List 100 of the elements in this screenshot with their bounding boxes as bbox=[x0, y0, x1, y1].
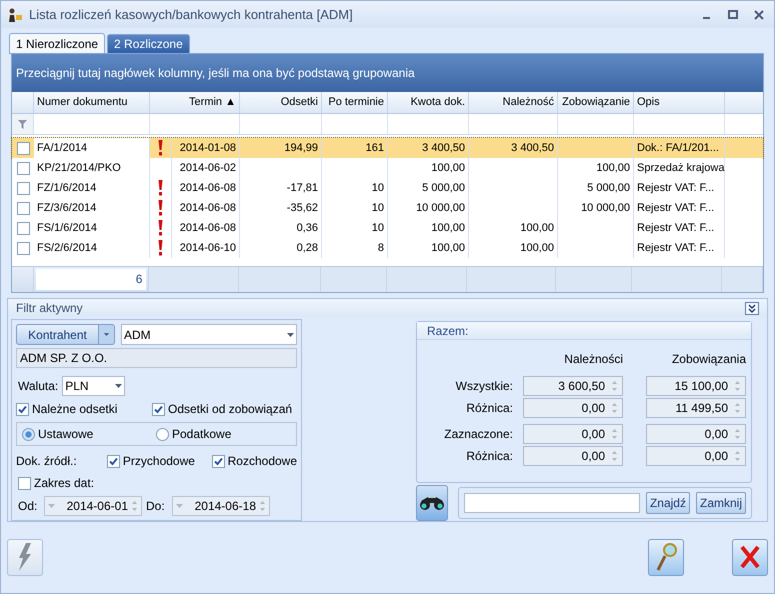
checkbox-label: Przychodowe bbox=[122, 453, 195, 470]
spin-arrows-icon bbox=[611, 402, 618, 414]
column-header[interactable]: Kwota dok. bbox=[388, 92, 469, 113]
table-cell: Rejestr VAT: F... bbox=[634, 238, 725, 258]
table-cell: FS/2/6/2014 bbox=[34, 238, 150, 258]
amount-field[interactable]: 0,00 bbox=[523, 446, 623, 466]
action-button[interactable] bbox=[7, 538, 43, 576]
spin-arrows-icon bbox=[734, 380, 741, 392]
currency-label: Waluta: bbox=[18, 378, 58, 395]
amount-field[interactable]: 11 499,50 bbox=[646, 398, 746, 418]
spin-arrows-icon bbox=[611, 450, 618, 462]
table-row[interactable]: FA/1/2014 2014-01-08 194,99 161 3 400,50 3 400,50 Dok.: FA/1/201... bbox=[12, 138, 763, 158]
filter-title: Filtr aktywny bbox=[16, 300, 84, 317]
to-date-field[interactable]: 2014-06-18 bbox=[172, 496, 270, 516]
spin-arrows-icon bbox=[734, 428, 741, 440]
amount-field[interactable]: 0,00 bbox=[523, 398, 623, 418]
checkbox[interactable] bbox=[16, 402, 29, 416]
maximize-icon[interactable] bbox=[728, 10, 738, 20]
contractor-button[interactable]: Kontrahent bbox=[16, 324, 99, 345]
checkbox-label: Odsetki od zobowiązań bbox=[168, 401, 292, 418]
table-cell: 8 bbox=[322, 238, 388, 258]
contractor-name-field: ADM SP. Z O.O. bbox=[16, 348, 297, 368]
tab[interactable]: 1 Nierozliczone bbox=[9, 33, 106, 54]
column-header[interactable]: Odsetki bbox=[240, 92, 322, 113]
find-button[interactable]: Znajdź bbox=[646, 492, 690, 514]
totals-label: Wszystkie: bbox=[454, 378, 514, 395]
column-heading: Należności bbox=[563, 351, 623, 368]
dropdown-icon bbox=[115, 384, 122, 388]
checkbox[interactable] bbox=[106, 454, 120, 468]
radio-label: Podatkowe bbox=[172, 426, 232, 443]
checkbox-label: Rozchodowe bbox=[228, 453, 297, 470]
group-panel: Przeciągnij tutaj nagłówek kolumny, jeśli ma ona być podstawą grupowania bbox=[12, 54, 763, 92]
spin-arrows-icon bbox=[259, 500, 266, 512]
table-cell: FA/1/2014 bbox=[34, 138, 150, 158]
to-label: Do: bbox=[146, 498, 166, 515]
table-cell: 0,28 bbox=[240, 238, 322, 258]
checkbox[interactable] bbox=[16, 142, 30, 154]
dropdown-icon bbox=[176, 504, 183, 508]
table-cell: 100,00 bbox=[469, 238, 558, 258]
table-cell: 100,00 bbox=[388, 238, 469, 258]
cancel-button[interactable] bbox=[732, 538, 768, 576]
column-header[interactable]: Opis bbox=[634, 92, 725, 113]
close-button[interactable]: Zamknij bbox=[696, 492, 746, 514]
totals-label: Zaznaczone: bbox=[443, 426, 514, 443]
column-header[interactable]: Numer dokumentu bbox=[34, 92, 150, 113]
lightning-icon bbox=[18, 543, 32, 571]
amount-field[interactable]: 0,00 bbox=[523, 424, 623, 444]
amount-field[interactable]: 0,00 bbox=[646, 446, 746, 466]
collapse-icon[interactable] bbox=[745, 302, 759, 314]
checkbox[interactable] bbox=[152, 402, 165, 416]
column-header[interactable]: Po terminie bbox=[322, 92, 388, 113]
column-header[interactable]: Należność bbox=[469, 92, 558, 113]
amount-field[interactable]: 0,00 bbox=[646, 424, 746, 444]
filter-icon[interactable] bbox=[18, 120, 27, 128]
amount-field[interactable]: 15 100,00 bbox=[646, 376, 746, 396]
checkbox[interactable] bbox=[18, 476, 31, 490]
window-title: Lista rozliczeń kasowych/bankowych kontrahenta [ADM] bbox=[29, 6, 353, 24]
column-header[interactable]: Termin ▲ bbox=[150, 92, 240, 113]
checkbox[interactable] bbox=[16, 202, 30, 214]
from-date-field[interactable]: 2014-06-01 bbox=[44, 496, 142, 516]
close-icon[interactable] bbox=[754, 10, 764, 20]
search-field[interactable] bbox=[464, 493, 640, 513]
dropdown-icon[interactable] bbox=[99, 324, 115, 345]
totals-label: Różnica: bbox=[465, 448, 514, 465]
radio-button[interactable] bbox=[22, 428, 35, 440]
table-cell: 2014-06-10 bbox=[172, 238, 240, 258]
contractor-select[interactable]: ADM bbox=[121, 324, 297, 345]
column-header[interactable]: Zobowiązanie bbox=[558, 92, 634, 113]
spin-arrows-icon bbox=[131, 500, 138, 512]
row-count: 6 bbox=[36, 269, 146, 290]
magnifier-icon bbox=[655, 542, 677, 572]
footer-cell bbox=[320, 267, 387, 292]
preview-button[interactable] bbox=[648, 538, 684, 576]
amount-field[interactable]: 3 600,50 bbox=[523, 376, 623, 396]
binoculars-icon bbox=[418, 495, 445, 511]
radio-button[interactable] bbox=[156, 428, 169, 440]
source-label: Dok. źródł.: bbox=[16, 453, 78, 470]
totals-title: Razem: bbox=[427, 322, 468, 340]
column-heading: Zobowiązania bbox=[670, 351, 746, 368]
binoculars-button[interactable] bbox=[416, 485, 448, 521]
tab[interactable]: 2 Rozliczone bbox=[107, 34, 190, 54]
spin-arrows-icon bbox=[611, 428, 618, 440]
dropdown-icon bbox=[287, 332, 294, 336]
footer-cell bbox=[722, 267, 764, 292]
totals-label: Różnica: bbox=[465, 400, 514, 417]
checkbox[interactable] bbox=[16, 242, 30, 254]
checkbox-label: Należne odsetki bbox=[32, 401, 118, 418]
spin-arrows-icon bbox=[734, 450, 741, 462]
spin-arrows-icon bbox=[734, 402, 741, 414]
spin-arrows-icon bbox=[611, 380, 618, 392]
dropdown-icon bbox=[48, 504, 55, 508]
checkbox[interactable] bbox=[212, 454, 225, 468]
checkbox[interactable] bbox=[16, 222, 30, 234]
checkbox[interactable] bbox=[16, 182, 30, 194]
currency-select[interactable]: PLN bbox=[62, 376, 126, 396]
radio-label: Ustawowe bbox=[38, 426, 94, 443]
cross-icon bbox=[739, 545, 761, 569]
checkbox-label: Zakres dat: bbox=[34, 475, 94, 492]
contractor-icon bbox=[7, 6, 23, 22]
checkbox[interactable] bbox=[16, 162, 30, 174]
